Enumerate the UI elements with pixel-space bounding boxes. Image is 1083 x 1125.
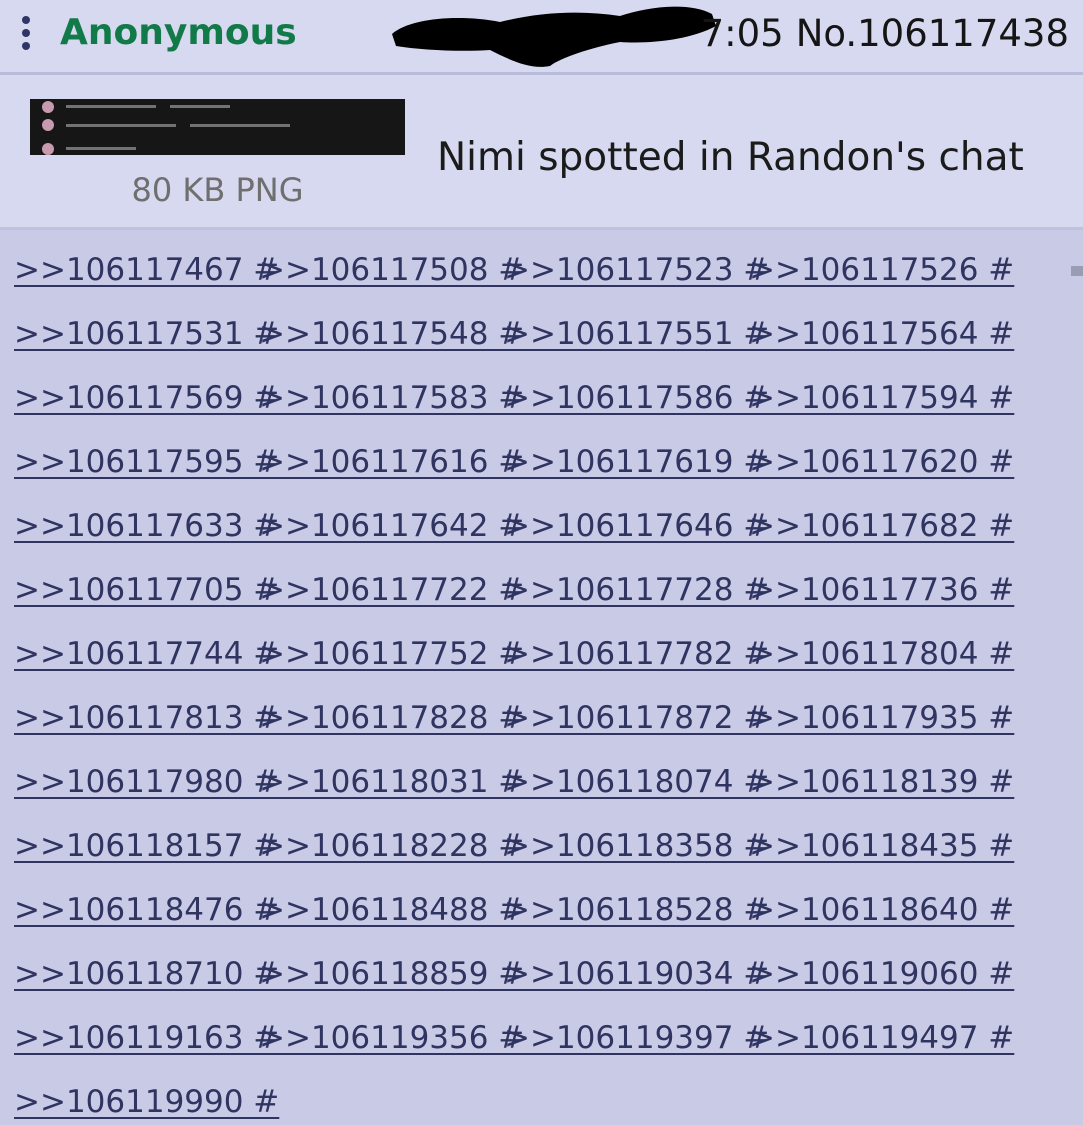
reply-link[interactable]: >>106117595 # <box>14 440 279 484</box>
reply-link[interactable]: >>106117736 # <box>749 568 1014 612</box>
reply-link[interactable]: >>106119034 # <box>504 952 769 996</box>
reply-link[interactable]: >>106117523 # <box>504 248 769 292</box>
reply-link[interactable]: >>106117594 # <box>749 376 1014 420</box>
reply-link[interactable]: >>106118031 # <box>259 760 524 804</box>
reply-link[interactable]: >>106117646 # <box>504 504 769 548</box>
reply-link[interactable]: >>106117620 # <box>749 440 1014 484</box>
reply-link[interactable]: >>106117728 # <box>504 568 769 612</box>
reply-link[interactable]: >>106117569 # <box>14 376 279 420</box>
reply-link[interactable]: >>106118476 # <box>14 888 279 932</box>
post-header: Anonymous 7:05 No.106117438 <box>0 0 1083 75</box>
reply-link[interactable]: >>106117586 # <box>504 376 769 420</box>
post-time: 7:05 <box>700 12 784 55</box>
post-comment: Nimi spotted in Randon's chat <box>437 135 1024 180</box>
reply-link[interactable]: >>106117548 # <box>259 312 524 356</box>
reply-link[interactable]: >>106117980 # <box>14 760 279 804</box>
reply-link[interactable]: >>106118710 # <box>14 952 279 996</box>
reply-link[interactable]: >>106117467 # <box>14 248 279 292</box>
reply-link[interactable]: >>106118488 # <box>259 888 524 932</box>
reply-link[interactable]: >>106119163 # <box>14 1016 279 1060</box>
reply-link[interactable]: >>106117782 # <box>504 632 769 676</box>
reply-link[interactable]: >>106119060 # <box>749 952 1014 996</box>
reply-link[interactable]: >>106117872 # <box>504 696 769 740</box>
reply-link[interactable]: >>106118228 # <box>259 824 524 868</box>
reply-link[interactable]: >>106117744 # <box>14 632 279 676</box>
poster-name: Anonymous <box>60 12 297 53</box>
reply-link[interactable]: >>106117508 # <box>259 248 524 292</box>
file-info: 80 KB PNG <box>131 171 304 209</box>
reply-link[interactable]: >>106117564 # <box>749 312 1014 356</box>
reply-link[interactable]: >>106119990 # <box>14 1080 279 1124</box>
reply-link[interactable]: >>106117551 # <box>504 312 769 356</box>
reply-link[interactable]: >>106119397 # <box>504 1016 769 1060</box>
reply-link[interactable]: >>106117616 # <box>259 440 524 484</box>
thumbnail-image[interactable] <box>30 99 405 155</box>
post-id[interactable]: No.106117438 <box>796 12 1069 55</box>
post-number[interactable]: 7:05 No.106117438 <box>701 12 1069 55</box>
reply-link[interactable]: >>106117935 # <box>749 696 1014 740</box>
reply-link[interactable]: >>106117813 # <box>14 696 279 740</box>
reply-link[interactable]: >>106118528 # <box>504 888 769 932</box>
reply-link[interactable]: >>106117752 # <box>259 632 524 676</box>
reply-link[interactable]: >>106117705 # <box>14 568 279 612</box>
scrollbar-thumb[interactable] <box>1071 266 1083 276</box>
reply-link[interactable]: >>106117828 # <box>259 696 524 740</box>
redaction-scribble <box>392 6 716 67</box>
reply-link[interactable]: >>106117642 # <box>259 504 524 548</box>
reply-link[interactable]: >>106117531 # <box>14 312 279 356</box>
reply-link[interactable]: >>106118157 # <box>14 824 279 868</box>
reply-link[interactable]: >>106118074 # <box>504 760 769 804</box>
reply-link[interactable]: >>106118139 # <box>749 760 1014 804</box>
reply-link[interactable]: >>106117682 # <box>749 504 1014 548</box>
reply-link[interactable]: >>106118640 # <box>749 888 1014 932</box>
reply-link[interactable]: >>106117526 # <box>749 248 1014 292</box>
vertical-dots-icon[interactable] <box>20 16 34 54</box>
reply-link[interactable]: >>106118435 # <box>749 824 1014 868</box>
reply-link[interactable]: >>106117633 # <box>14 504 279 548</box>
reply-link[interactable]: >>106117804 # <box>749 632 1014 676</box>
reply-link[interactable]: >>106117722 # <box>259 568 524 612</box>
reply-link[interactable]: >>106119497 # <box>749 1016 1014 1060</box>
reply-link[interactable]: >>106118859 # <box>259 952 524 996</box>
reply-link[interactable]: >>106119356 # <box>259 1016 524 1060</box>
reply-link[interactable]: >>106117619 # <box>504 440 769 484</box>
op-post: 80 KB PNG Nimi spotted in Randon's chat <box>0 75 1083 230</box>
reply-link[interactable]: >>106117583 # <box>259 376 524 420</box>
reply-link[interactable]: >>106118358 # <box>504 824 769 868</box>
